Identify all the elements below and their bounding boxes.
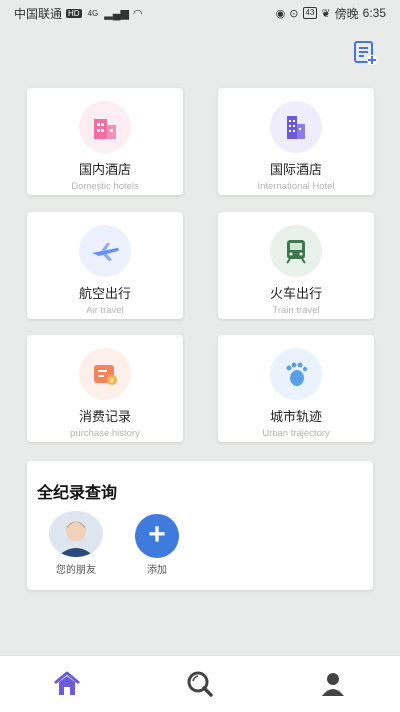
add-button[interactable]: + bbox=[135, 514, 179, 558]
svg-text:¥: ¥ bbox=[110, 377, 115, 385]
card-title: 国际酒店 bbox=[269, 162, 322, 177]
status-left: 中国联通 HD 4G ▂▄▆ ◠ bbox=[14, 5, 143, 22]
add-label: 添加 bbox=[147, 565, 167, 576]
hd-badge: HD bbox=[66, 8, 82, 18]
status-bar: 中国联通 HD 4G ▂▄▆ ◠ ◉ ⊙ 43 ❦ 傍晚 6:35 bbox=[0, 0, 400, 26]
carrier-name: 中国联通 bbox=[14, 6, 63, 21]
friend-item[interactable]: 您的朋友 bbox=[47, 511, 105, 576]
status-right: ◉ ⊙ 43 ❦ 傍晚 6:35 bbox=[276, 5, 386, 22]
signal-icon: ▂▄▆ bbox=[104, 7, 129, 20]
card-title: 国内酒店 bbox=[78, 162, 131, 177]
nav-home[interactable] bbox=[47, 664, 87, 704]
location-icon: ⊙ bbox=[289, 7, 299, 20]
card-title: 城市轨迹 bbox=[269, 409, 322, 424]
nav-search[interactable] bbox=[180, 664, 220, 704]
airplane-icon bbox=[79, 225, 131, 277]
record-query-panel: 全纪录查询 您的朋友 + 添加 bbox=[27, 461, 373, 590]
nav-profile[interactable] bbox=[313, 664, 353, 704]
train-icon bbox=[270, 225, 322, 277]
friend-label: 您的朋友 bbox=[56, 565, 96, 576]
home-icon bbox=[53, 671, 80, 695]
bottom-navigation bbox=[0, 655, 400, 712]
card-subtitle: Urban trajectory bbox=[262, 428, 330, 439]
card-train-travel[interactable]: 火车出行 Train travel bbox=[218, 212, 374, 319]
panel-title: 全纪录查询 bbox=[37, 485, 118, 502]
clock-time: 6:35 bbox=[362, 6, 386, 20]
card-subtitle: International Hotel bbox=[257, 181, 335, 192]
card-title: 火车出行 bbox=[269, 286, 322, 301]
card-title: 航空出行 bbox=[78, 286, 131, 301]
card-subtitle: purchase history bbox=[70, 428, 140, 439]
card-international-hotel[interactable]: 国际酒店 International Hotel bbox=[218, 88, 374, 195]
user-icon bbox=[322, 673, 345, 696]
card-urban-trajectory[interactable]: 城市轨迹 Urban trajectory bbox=[218, 335, 374, 442]
battery-indicator: 43 bbox=[302, 7, 318, 19]
card-domestic-hotels[interactable]: 国内酒店 Domestic hotels bbox=[27, 88, 183, 195]
time-period: 傍晚 bbox=[334, 6, 359, 21]
card-title: 消费记录 bbox=[78, 409, 131, 424]
hotel-building-icon bbox=[79, 101, 131, 153]
eye-icon: ◉ bbox=[275, 7, 286, 20]
network-type: 4G bbox=[87, 8, 99, 18]
card-subtitle: Train travel bbox=[272, 305, 320, 316]
card-purchase-history[interactable]: ¥ 消费记录 purchase history bbox=[27, 335, 183, 442]
note-add-icon[interactable] bbox=[352, 40, 378, 66]
add-friend[interactable]: + 添加 bbox=[133, 514, 181, 576]
receipt-icon: ¥ bbox=[79, 348, 131, 400]
card-air-travel[interactable]: 航空出行 Air travel bbox=[27, 212, 183, 319]
friend-avatar-icon bbox=[49, 511, 103, 557]
footprint-icon bbox=[270, 348, 322, 400]
leaf-icon: ❦ bbox=[321, 7, 331, 20]
international-building-icon bbox=[270, 101, 322, 153]
wifi-icon: ◠ bbox=[132, 7, 143, 20]
card-subtitle: Domestic hotels bbox=[71, 181, 139, 192]
card-subtitle: Air travel bbox=[86, 305, 124, 316]
search-icon bbox=[187, 671, 213, 697]
